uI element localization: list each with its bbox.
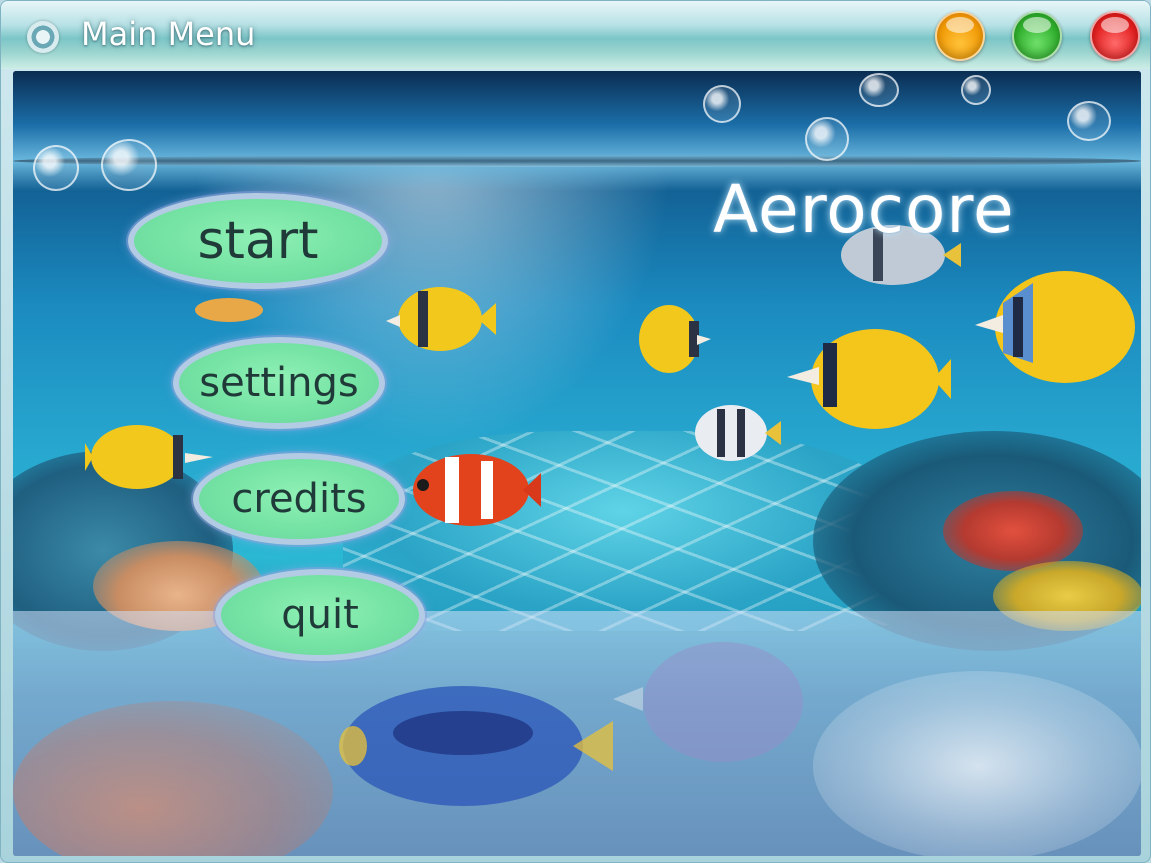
- maximize-button[interactable]: [1012, 11, 1062, 61]
- reflection-light: [813, 671, 1141, 856]
- settings-label: settings: [199, 360, 359, 406]
- faded-fish: [613, 642, 803, 762]
- main-menu-window: Main Menu Aerocore start settings credit…: [0, 0, 1151, 863]
- settings-button[interactable]: settings: [173, 337, 385, 429]
- minimize-button[interactable]: [935, 11, 985, 61]
- bubble: [961, 75, 991, 105]
- credits-label: credits: [231, 476, 367, 522]
- start-label: start: [197, 211, 319, 271]
- angelfish: [695, 405, 781, 461]
- bubble: [1067, 101, 1111, 141]
- close-button[interactable]: [1090, 11, 1140, 61]
- bubble: [805, 117, 849, 161]
- start-button[interactable]: start: [128, 193, 388, 289]
- bubble: [101, 139, 157, 191]
- bubble: [859, 73, 899, 107]
- title-bar[interactable]: Main Menu: [1, 1, 1150, 69]
- yellow-fish: [787, 329, 951, 429]
- coral-right-red: [943, 491, 1083, 571]
- game-title: Aerocore: [713, 171, 1015, 248]
- water-line: [13, 155, 1141, 167]
- yellow-fish: [975, 271, 1135, 383]
- quit-label: quit: [281, 592, 359, 638]
- quit-button[interactable]: quit: [215, 569, 425, 661]
- small-fish: [195, 298, 263, 322]
- credits-button[interactable]: credits: [193, 453, 405, 545]
- yellow-fish: [85, 425, 213, 489]
- yellow-fish: [386, 287, 496, 351]
- bubble: [33, 145, 79, 191]
- bubble: [703, 85, 741, 123]
- blue-tang-fish: [339, 686, 613, 806]
- yellow-fish: [639, 305, 711, 373]
- clownfish: [413, 454, 541, 526]
- window-title: Main Menu: [81, 15, 256, 53]
- app-orb-icon: [27, 21, 59, 53]
